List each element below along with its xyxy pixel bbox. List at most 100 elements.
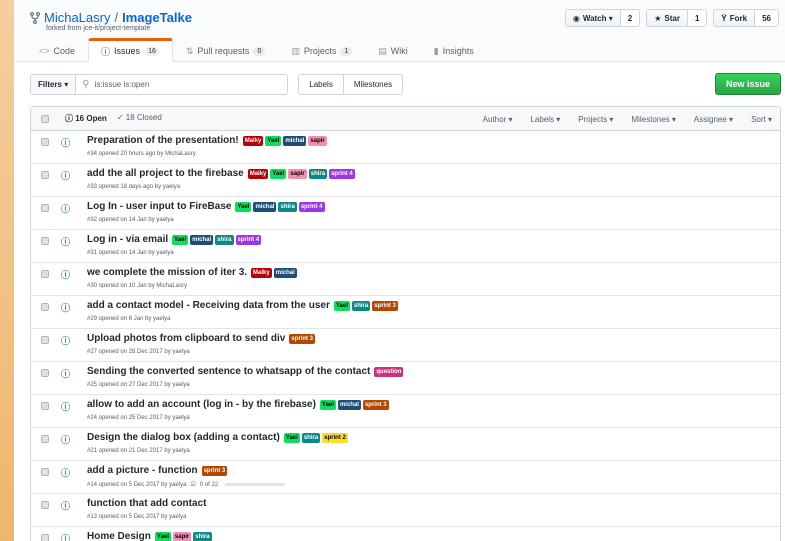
tab-wiki[interactable]: ▤ Wiki [365, 38, 421, 62]
tab-issues[interactable]: ⓘ Issues 16 [88, 38, 173, 62]
issue-opened-icon: ⓘ [61, 468, 71, 478]
issue-label[interactable]: Yael [235, 201, 252, 212]
issue-meta-text: #33 opened 18 days ago by yaelya [87, 184, 181, 190]
issue-checkbox[interactable] [41, 534, 49, 541]
assignee-filter[interactable]: Assignee ▾ [694, 115, 733, 124]
issue-title-link[interactable]: add the all project to the firebase [87, 168, 244, 179]
issue-checkbox[interactable] [41, 402, 49, 410]
fork-count[interactable]: 56 [755, 9, 779, 27]
watch-count[interactable]: 2 [620, 9, 641, 27]
issue-label[interactable]: shira [301, 432, 321, 443]
issue-label[interactable]: shira [215, 234, 234, 245]
check-icon: ✓ [116, 113, 124, 122]
issue-opened-icon: ⓘ [61, 336, 71, 346]
new-issue-button[interactable]: New issue [714, 73, 781, 95]
book-icon: ▤ [378, 45, 387, 56]
issue-label[interactable]: sprint 2 [322, 432, 348, 443]
issue-label[interactable]: michal [253, 201, 277, 212]
issue-checkbox[interactable] [41, 369, 49, 377]
issue-label[interactable]: shira [351, 300, 371, 311]
watch-button[interactable]: ◉ Watch ▾ [564, 9, 621, 27]
milestones-button[interactable]: Milestones [343, 73, 404, 95]
issue-label[interactable]: shira [193, 531, 212, 541]
issue-title-link[interactable]: add a picture - function [87, 465, 198, 476]
issue-label[interactable]: sapir [308, 135, 327, 146]
issue-label[interactable]: sprint 3 [289, 333, 316, 344]
filters-button[interactable]: Filters ▾ [30, 73, 77, 95]
issue-label[interactable]: Malky [247, 168, 269, 179]
labels-button[interactable]: Labels [298, 73, 344, 95]
issue-checkbox[interactable] [41, 171, 49, 179]
issue-checkbox[interactable] [41, 336, 49, 344]
open-issues-link[interactable]: ⓘ 16 Open [65, 113, 107, 124]
issue-label[interactable]: sprint 4 [235, 234, 262, 245]
issue-title-link[interactable]: add a contact model - Receiving data fro… [87, 300, 330, 311]
issue-label[interactable]: michal [273, 267, 297, 278]
issue-label[interactable]: Yael [265, 135, 282, 146]
issue-search-input[interactable] [94, 79, 275, 89]
issue-row: ⓘ allow to add an account (log in - by th… [31, 395, 780, 428]
issue-title-link[interactable]: Log In - user input to FireBase [87, 201, 231, 212]
issue-title-link[interactable]: allow to add an account (log in - by the… [87, 399, 316, 410]
author-filter[interactable]: Author ▾ [483, 115, 513, 124]
labels-filter[interactable]: Labels ▾ [530, 115, 560, 124]
tab-pull-requests[interactable]: ⇅ Pull requests 0 [173, 38, 278, 62]
select-all-checkbox[interactable] [41, 114, 49, 123]
fork-button[interactable]: Ÿ Fork [713, 9, 756, 27]
star-button[interactable]: ★ Star [646, 9, 688, 27]
issue-label[interactable]: michal [337, 399, 361, 410]
issue-label[interactable]: sprint 3 [201, 465, 228, 476]
issue-label[interactable]: sprint 4 [329, 168, 355, 179]
issue-label[interactable]: Yael [172, 234, 189, 245]
issue-label[interactable]: sapir [172, 531, 192, 541]
issue-label[interactable]: sapir [288, 168, 307, 179]
milestones-filter[interactable]: Milestones ▾ [631, 115, 675, 124]
issue-checkbox[interactable] [41, 303, 49, 311]
tab-projects[interactable]: ▥ Projects 1 [278, 38, 365, 62]
issue-label[interactable]: Yael [270, 168, 287, 179]
issue-title-link[interactable]: Sending the converted sentence to whatsa… [87, 366, 370, 377]
issue-label[interactable]: sprint 3 [362, 399, 389, 410]
watch-group: ◉ Watch ▾ 2 [564, 9, 641, 27]
issue-label[interactable]: sprint 3 [372, 300, 398, 311]
issue-label[interactable]: Yael [154, 531, 171, 541]
issue-title-link[interactable]: Design the dialog box (adding a contact) [87, 432, 280, 443]
issue-checkbox[interactable] [41, 468, 49, 476]
issue-checkbox[interactable] [41, 435, 49, 443]
forked-from-text[interactable]: forked from jce-it/project-template [46, 25, 150, 32]
issue-title-link[interactable]: function that add contact [87, 498, 206, 509]
issue-checkbox[interactable] [41, 501, 49, 509]
closed-issues-link[interactable]: ✓ 18 Closed [117, 113, 162, 124]
issue-label[interactable]: Malky [251, 267, 272, 278]
issue-label[interactable]: Yael [333, 300, 350, 311]
filter-menus: Author ▾ Labels ▾ Projects ▾ Milestones … [465, 107, 772, 131]
issue-label[interactable]: Yael [283, 432, 300, 443]
issue-label[interactable]: Yael [319, 399, 336, 410]
repo-owner-link[interactable]: MichaLasry [44, 10, 110, 25]
fork-group: Ÿ Fork 56 [713, 9, 779, 27]
issue-checkbox[interactable] [41, 237, 49, 245]
issue-label[interactable]: question [374, 366, 404, 377]
issue-label[interactable]: Malky [242, 135, 264, 146]
issue-title-link[interactable]: Log in - via email [87, 234, 168, 245]
issue-title-link[interactable]: we complete the mission of iter 3. [87, 267, 247, 278]
star-count[interactable]: 1 [687, 9, 708, 27]
issue-title-link[interactable]: Home Design [87, 531, 151, 541]
projects-filter[interactable]: Projects ▾ [578, 115, 613, 124]
issue-title-link[interactable]: Upload photos from clipboard to send div [87, 333, 285, 344]
issue-label[interactable]: sprint 4 [298, 201, 325, 212]
issue-checkbox[interactable] [41, 204, 49, 212]
issue-row: ⓘ add a picture - function sprint 3 #14 ope… [31, 461, 780, 494]
sort-filter[interactable]: Sort ▾ [751, 115, 772, 124]
repo-name-link[interactable]: ImageTalke [122, 10, 192, 25]
tab-insights[interactable]: ▮ Insights [421, 38, 487, 62]
issue-checkbox[interactable] [41, 270, 49, 278]
issue-label[interactable]: michal [283, 135, 307, 146]
issue-label[interactable]: michal [190, 234, 214, 245]
issue-label[interactable]: shira [308, 168, 328, 179]
tab-code[interactable]: <> Code [26, 38, 88, 62]
issue-meta: #27 opened on 28 Dec 2017 by yaelya [87, 349, 190, 355]
issue-title-link[interactable]: Preparation of the presentation! [87, 135, 239, 146]
issue-label[interactable]: shira [278, 201, 297, 212]
issue-checkbox[interactable] [41, 138, 49, 146]
